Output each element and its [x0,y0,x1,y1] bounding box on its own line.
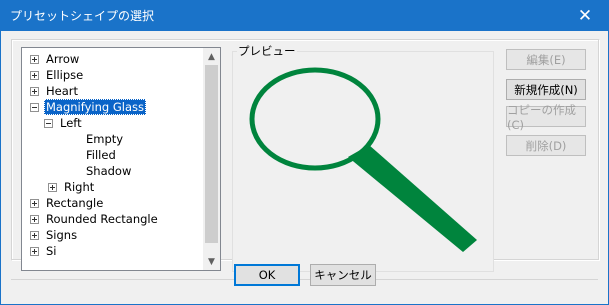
expand-icon[interactable] [30,231,39,240]
tree-item-label: Arrow [46,52,80,66]
tree-scrollbar[interactable]: ▲ ▼ [203,48,220,270]
scroll-up-arrow-icon[interactable]: ▲ [203,48,220,65]
expand-icon[interactable] [30,215,39,224]
expand-icon[interactable] [30,55,39,64]
expand-icon[interactable] [30,247,39,256]
window-title: プリセットシェイプの選択 [10,9,155,23]
magnifier-ring [249,67,381,171]
scroll-thumb[interactable] [205,65,218,243]
copy-button[interactable]: コピーの作成(C) [506,103,586,132]
footer-divider [11,279,598,280]
close-icon: ✕ [577,5,593,26]
expand-icon[interactable] [30,71,39,80]
expand-icon[interactable] [30,199,39,208]
tree-item-label: Shadow [86,164,132,178]
tree-item-label: Rectangle [46,196,104,210]
close-button[interactable]: ✕ [562,1,608,31]
title-bar[interactable]: プリセットシェイプの選択 ✕ [1,1,608,31]
expand-icon[interactable] [48,183,57,192]
tree-item-label: Signs [46,228,78,242]
magnifier-handle [348,145,477,252]
tree-item-label: Empty [86,132,124,146]
expand-icon[interactable] [30,87,39,96]
collapse-icon[interactable] [30,103,39,112]
preview-label: プレビュー [237,43,297,59]
tree-item-label: Magnifying Glass [44,99,146,115]
cancel-button[interactable]: キャンセル [310,264,376,286]
magnifying-glass-preview [249,67,477,252]
preview-panel [232,51,494,272]
tree-item-label: Left [60,116,82,130]
ok-button[interactable]: OK [234,264,300,286]
tree-item-label: Rounded Rectangle [46,212,158,226]
tree-item-label: Si [46,244,57,258]
tree-item-label: Ellipse [46,68,84,82]
delete-button[interactable]: 削除(D) [506,135,586,156]
scroll-down-arrow-icon[interactable]: ▼ [203,253,220,270]
tree-item-label: Right [64,180,95,194]
dialog-body: Arrow Ellipse Heart Magnifying Glass Left Emp… [1,31,608,304]
edit-button[interactable]: 編集(E) [506,49,586,70]
tree-item-label: Filled [86,148,116,162]
dialog-window: プリセットシェイプの選択 ✕ Arrow Ellipse Heart Magnifyi… [0,0,609,305]
collapse-icon[interactable] [44,119,53,128]
new-button[interactable]: 新規作成(N) [506,79,586,100]
shape-tree[interactable]: Arrow Ellipse Heart Magnifying Glass Left Emp… [21,47,221,271]
tree-item-label: Heart [46,84,79,98]
